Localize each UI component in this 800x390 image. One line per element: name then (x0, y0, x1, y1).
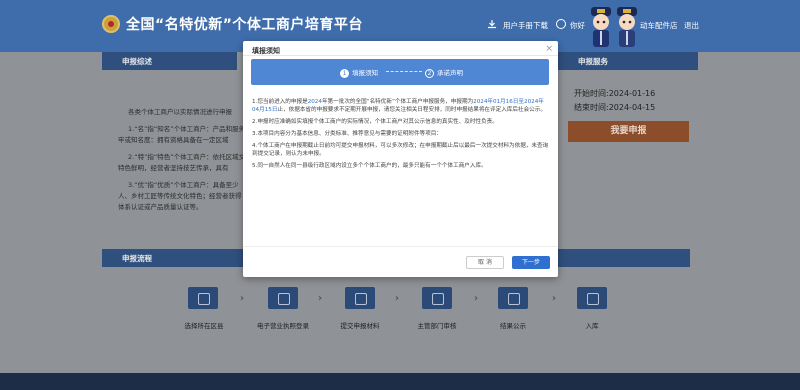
step-icon (422, 287, 452, 309)
notice-item-4: 4.个体工商户在申报期截止日前均可提交申报材料，可以多次修改；在申报期截止后以最… (252, 143, 549, 157)
intro-line: 3.“优”指“优质”个体工商户：具备至少 (128, 181, 239, 189)
end-time: 结束时间:2024-04-15 (574, 103, 656, 112)
step-label: 结果公示 (500, 322, 526, 330)
notice-dialog: 填报须知 × 1 填报须知 2 承诺声明 1.您当前进入的申报是2024年第一批次的… (243, 41, 558, 277)
intro-line: 牢或知名度：拥有资格具备在一定区域 (118, 136, 229, 144)
user-icon (556, 19, 566, 29)
step-number: 1 (340, 69, 349, 78)
user-name: 动车配件店 (640, 21, 678, 30)
wizard-step-1: 1 填报须知 (340, 67, 378, 78)
apply-panel-title: 申报综述 (102, 52, 237, 70)
site-title: 全国“名特优新”个体工商户培育平台 (126, 17, 363, 33)
wizard-connector (386, 71, 422, 72)
step-icon (498, 287, 528, 309)
notice-content: 1.您当前进入的申报是2024年第一批次的全国“名特优新”个体工商户申报服务，申… (252, 98, 549, 174)
police-mascot-icon (591, 7, 611, 47)
cancel-button[interactable]: 取 消 (466, 256, 504, 269)
service-panel-title: 申报服务 (558, 52, 698, 70)
police-mascot-icon (617, 7, 637, 47)
national-emblem-icon (102, 15, 120, 33)
apply-button[interactable]: 我要申报 (568, 121, 689, 142)
logout-link[interactable]: 退出 (684, 20, 699, 31)
step-icon (268, 287, 298, 309)
step-label: 填报须知 (352, 69, 378, 77)
step-label: 提交申报材料 (340, 322, 380, 330)
notice-item-2: 2.申报时应准确如实填报个体工商户的实际情况，个体工商户对其公示信息的真实性、及… (252, 119, 498, 125)
notice-item-1: 1.您当前进入的申报是2024年第一批次的全国“名特优新”个体工商户申报服务，申… (252, 99, 546, 113)
notice-item-5: 5.同一自然人在同一县级行政区域内设立多个个体工商户的，最多只能有一个个体工商户… (252, 163, 487, 169)
intro-line: 特色鲜明，经营者坚持技艺传承，具有 (118, 164, 229, 172)
close-icon[interactable]: × (545, 44, 553, 54)
start-time: 开始时间:2024-01-16 (574, 89, 656, 98)
step-label: 主管部门审核 (417, 322, 457, 330)
step-number: 2 (425, 69, 434, 78)
step-arrow-icon: › (552, 293, 557, 304)
step-icon (577, 287, 607, 309)
step-label: 承诺声明 (437, 69, 463, 77)
step-arrow-icon: › (318, 293, 323, 304)
divider (243, 246, 558, 247)
step-arrow-icon: › (474, 293, 479, 304)
step-wizard: 1 填报须知 2 承诺声明 (251, 59, 549, 85)
step-label: 入库 (585, 322, 599, 330)
notice-item-3: 3.本项目内容分为基本信息、分类标准、推荐意见与需要的证明附件等项目： (252, 131, 442, 137)
download-icon[interactable] (487, 19, 497, 29)
step-icon (345, 287, 375, 309)
step-arrow-icon: › (395, 293, 400, 304)
download-manual-link[interactable]: 用户手册下载 (503, 20, 548, 31)
greeting-text: 你好 (570, 21, 585, 30)
intro-line: 人、乡村工匠等传统文化特色；经营者获得 (118, 192, 242, 200)
intro-line: 1.“名”指“知名”个体工商户：产品和服务 (128, 125, 246, 133)
divider (243, 55, 558, 56)
step-label: 电子营业执照登录 (257, 322, 309, 330)
intro-line: 体系认证或产品质量认证等。 (118, 203, 203, 211)
wizard-step-2: 2 承诺声明 (425, 67, 463, 78)
next-step-button[interactable]: 下一步 (512, 256, 550, 269)
intro-line: 各类个体工商户以实际情况进行申报 (128, 108, 232, 116)
step-label: 选择所在区县 (184, 322, 224, 330)
page-footer (0, 373, 800, 390)
step-icon (188, 287, 218, 309)
intro-line: 2.“特”指“特色”个体工商户：依托区域文 (128, 153, 246, 161)
step-arrow-icon: › (240, 293, 245, 304)
